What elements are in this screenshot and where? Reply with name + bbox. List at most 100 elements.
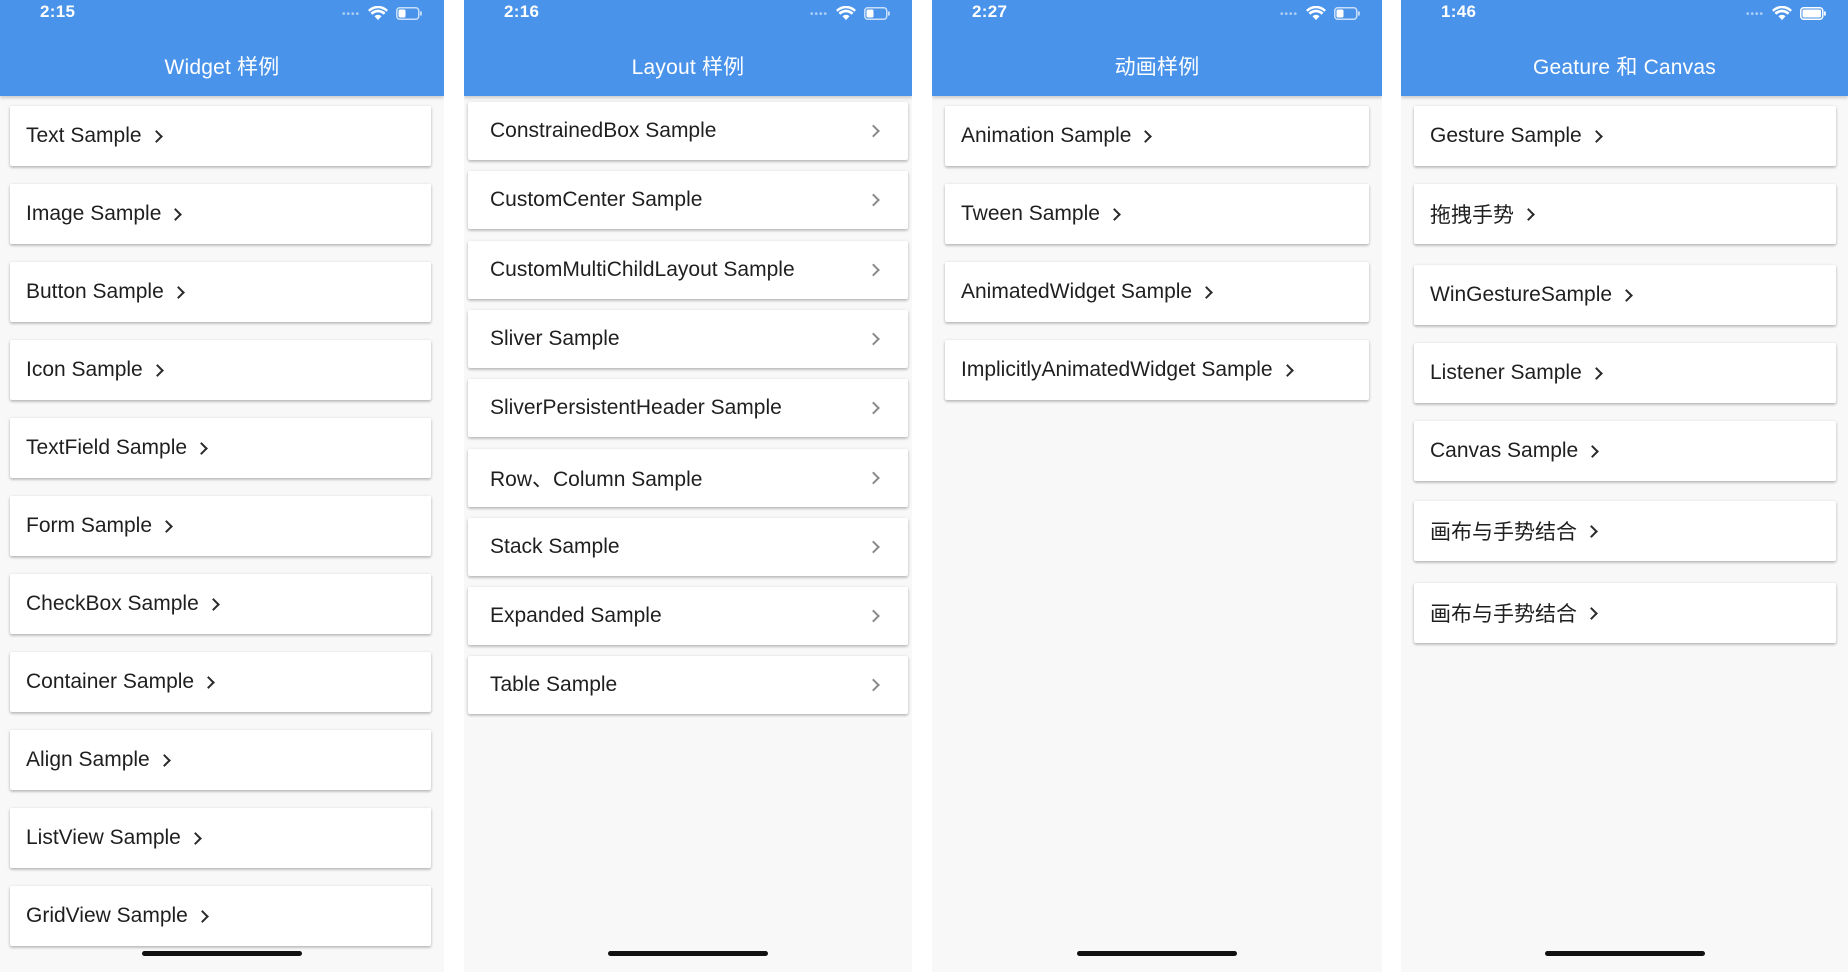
list-item-table-sample[interactable]: Table Sample	[468, 656, 908, 714]
chevron-right-icon	[1139, 130, 1153, 143]
list-item-icon-sample[interactable]: Icon Sample	[10, 340, 431, 400]
list-item-text-sample[interactable]: Text Sample	[10, 106, 431, 166]
chevron-right-icon	[195, 910, 209, 923]
status-time: 2:15	[40, 2, 76, 21]
list-item-item[interactable]: 画布与手势结合	[1414, 501, 1836, 561]
list-item-form-sample[interactable]: Form Sample	[10, 496, 431, 556]
list-item-label: Form Sample	[26, 514, 153, 537]
chevron-right-icon	[867, 471, 880, 485]
list-item-custommultichildlayout-sample[interactable]: CustomMultiChildLayout Sample	[468, 241, 908, 299]
chevron-right-icon	[867, 540, 880, 554]
list-item-label: Expanded Sample	[490, 604, 662, 627]
status-time: 2:16	[504, 2, 540, 21]
battery-icon	[396, 6, 422, 20]
list-item-label: Icon Sample	[26, 358, 143, 381]
battery-icon	[1800, 6, 1826, 20]
list-item-constrainedbox-sample[interactable]: ConstrainedBox Sample	[468, 102, 908, 160]
list-item-image-sample[interactable]: Image Sample	[10, 184, 431, 244]
signal-dots-icon: ••••	[341, 9, 360, 20]
list-item-label: Gesture Sample	[1430, 124, 1582, 147]
list-item-label: 拖拽手势	[1430, 204, 1514, 227]
list-item-stack-sample[interactable]: Stack Sample	[468, 518, 908, 576]
list-item-sliver-sample[interactable]: Sliver Sample	[468, 310, 908, 368]
list-item-align-sample[interactable]: Align Sample	[10, 730, 431, 790]
list-item-label: ListView Sample	[26, 826, 181, 849]
page-title: Widget 样例	[164, 56, 280, 79]
list-item-label: CheckBox Sample	[26, 592, 199, 615]
list-item-label: 画布与手势结合	[1430, 603, 1577, 626]
list-item-label: Container Sample	[26, 670, 195, 693]
app-bar: 1:46 •••• Geature 和 Canvas	[1401, 0, 1848, 96]
list-item-label: Tween Sample	[961, 202, 1100, 225]
chevron-right-icon	[171, 286, 185, 299]
list-item-label: SliverPersistentHeader Sample	[490, 396, 782, 419]
chevron-right-icon	[1108, 208, 1121, 221]
list-item-item[interactable]: 拖拽手势	[1414, 184, 1836, 244]
list-item-implicitlyanimatedwidget-sample[interactable]: ImplicitlyAnimatedWidget Sample	[945, 340, 1369, 400]
list-item-label: Image Sample	[26, 202, 162, 225]
chevron-right-icon	[867, 678, 880, 692]
list-item-gridview-sample[interactable]: GridView Sample	[10, 886, 431, 946]
wifi-icon	[1306, 5, 1326, 20]
status-icons: ••••	[1746, 3, 1826, 23]
chevron-right-icon	[160, 520, 173, 533]
list-item-expanded-sample[interactable]: Expanded Sample	[468, 587, 908, 645]
home-indicator	[608, 951, 768, 956]
chevron-right-icon	[1585, 607, 1598, 620]
list-item-label: AnimatedWidget Sample	[961, 280, 1193, 303]
app-bar: 2:16 •••• Layout 样例	[464, 0, 912, 96]
signal-dots-icon: ••••	[809, 9, 828, 20]
chevron-right-icon	[867, 401, 880, 415]
list-item-label: Listener Sample	[1430, 361, 1582, 384]
list-item-tween-sample[interactable]: Tween Sample	[945, 184, 1369, 244]
list-item-row-column-sample[interactable]: Row、Column Sample	[468, 449, 908, 507]
chevron-right-icon	[1585, 525, 1598, 538]
chevron-right-icon	[1589, 367, 1603, 380]
status-icons: ••••	[342, 3, 422, 23]
list-item-checkbox-sample[interactable]: CheckBox Sample	[10, 574, 431, 634]
chevron-right-icon	[206, 598, 220, 611]
status-icons: ••••	[810, 3, 890, 23]
home-indicator	[142, 951, 302, 956]
chevron-right-icon	[1586, 445, 1600, 458]
list-item-canvas-sample[interactable]: Canvas Sample	[1414, 421, 1836, 481]
list-item-gesture-sample[interactable]: Gesture Sample	[1414, 106, 1836, 166]
chevron-right-icon	[867, 263, 880, 277]
list-item-animatedwidget-sample[interactable]: AnimatedWidget Sample	[945, 262, 1369, 322]
status-time: 2:27	[972, 2, 1008, 21]
chevron-right-icon	[867, 124, 880, 138]
chevron-right-icon	[149, 130, 163, 143]
screen-gesture-canvas-samples: 1:46 •••• Geature 和 Canvas Gesture Sampl…	[1401, 0, 1848, 972]
list-item-container-sample[interactable]: Container Sample	[10, 652, 431, 712]
list-item-label: Sliver Sample	[490, 327, 620, 350]
list-item-label: ImplicitlyAnimatedWidget Sample	[961, 358, 1273, 381]
list-item-label: Align Sample	[26, 748, 150, 771]
list-item-label: Stack Sample	[490, 535, 620, 558]
list-item-label: CustomCenter Sample	[490, 188, 703, 211]
list-item-customcenter-sample[interactable]: CustomCenter Sample	[468, 171, 908, 229]
list-item-label: CustomMultiChildLayout Sample	[490, 258, 795, 281]
page-title: Layout 样例	[631, 56, 745, 79]
list-item-sliverpersistentheader-sample[interactable]: SliverPersistentHeader Sample	[468, 379, 908, 437]
list-item-label: Row、Column Sample	[490, 468, 703, 491]
home-indicator	[1077, 951, 1237, 956]
list-item-listview-sample[interactable]: ListView Sample	[10, 808, 431, 868]
page-title: Geature 和 Canvas	[1533, 56, 1716, 79]
list-item-label: Canvas Sample	[1430, 439, 1579, 462]
chevron-right-icon	[157, 754, 171, 767]
chevron-right-icon	[1200, 286, 1213, 299]
list-item-textfield-sample[interactable]: TextField Sample	[10, 418, 431, 478]
screen-animation-samples: 2:27 •••• 动画样例 Animation Sample Tween Sam…	[932, 0, 1382, 972]
list-item-animation-sample[interactable]: Animation Sample	[945, 106, 1369, 166]
battery-icon	[1334, 6, 1360, 20]
chevron-right-icon	[867, 332, 880, 346]
list-item-listener-sample[interactable]: Listener Sample	[1414, 343, 1836, 403]
list-item-label: Text Sample	[26, 124, 142, 147]
list-item-item[interactable]: 画布与手势结合	[1414, 583, 1836, 643]
list-item-label: 画布与手势结合	[1430, 521, 1577, 544]
list-item-button-sample[interactable]: Button Sample	[10, 262, 431, 322]
list-item-wingesturesample[interactable]: WinGestureSample	[1414, 265, 1836, 325]
status-time: 1:46	[1441, 2, 1477, 21]
chevron-right-icon	[1589, 130, 1603, 143]
chevron-right-icon	[202, 676, 215, 689]
